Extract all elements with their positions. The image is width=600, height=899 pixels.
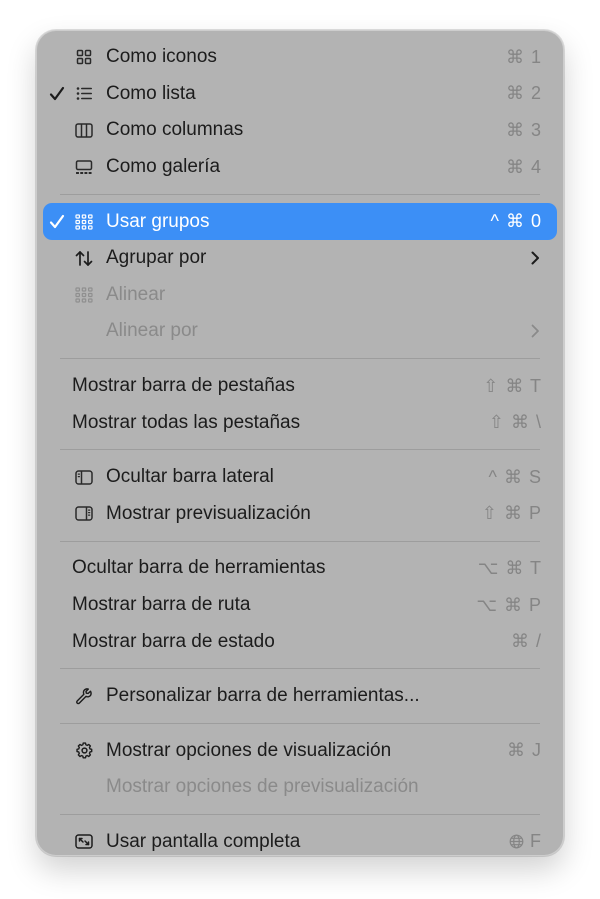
menu-separator [60, 668, 540, 670]
menu-item-label: Ocultar barra lateral [106, 466, 274, 488]
menu-item-label: Como galería [106, 156, 221, 178]
menu-separator [60, 358, 540, 360]
menu-item-label: Mostrar previsualización [106, 502, 311, 524]
sidebar-icon [74, 467, 94, 487]
view-menu: Como iconos ⌘ 1 Como lista ⌘ 2 Como colu… [36, 30, 564, 856]
menu-item-as-gallery[interactable]: Como galería ⌘ 4 [37, 149, 563, 186]
menu-item-shortcut: ⌥ ⌘ P [476, 594, 542, 615]
menu-item-label: Como columnas [106, 119, 244, 141]
wrench-icon [74, 686, 94, 706]
menu-item-show-preview-options[interactable]: Mostrar opciones de previsualización [37, 769, 563, 806]
menu-item-align-by[interactable]: Alinear por [37, 313, 563, 350]
menu-item-customize-toolbar[interactable]: Personalizar barra de herramientas... [37, 678, 563, 715]
checkmark-icon [48, 213, 66, 231]
menu-item-hide-sidebar[interactable]: Ocultar barra lateral ^ ⌘ S [37, 459, 563, 496]
menu-item-shortcut: ⌘ 3 [505, 119, 542, 140]
menu-item-shortcut: ⌘ J [506, 740, 542, 761]
menu-item-label: Agrupar por [106, 247, 207, 269]
menu-item-label: Usar grupos [106, 210, 210, 232]
chevron-right-icon [529, 250, 541, 266]
menu-item-align[interactable]: Alinear [37, 277, 563, 314]
menu-item-shortcut: ^ ⌘ S [488, 466, 542, 487]
menu-item-label: Como lista [106, 82, 196, 104]
menu-item-hide-toolbar[interactable]: Ocultar barra de herramientas ⌥ ⌘ T [37, 550, 563, 587]
columns-icon [74, 120, 94, 140]
menu-item-shortcut: ⌘ 2 [505, 83, 542, 104]
menu-separator [60, 449, 540, 451]
menu-item-label: Ocultar barra de herramientas [72, 557, 326, 579]
menu-item-label: Mostrar barra de ruta [72, 594, 251, 616]
menu-item-use-groups[interactable]: Usar grupos ^ ⌘ 0 [43, 203, 557, 240]
menu-item-show-all-tabs[interactable]: Mostrar todas las pestañas ⇧ ⌘ \ [37, 404, 563, 441]
menu-separator [60, 193, 540, 195]
menu-item-label: Mostrar barra de pestañas [72, 375, 295, 397]
menu-item-group-by[interactable]: Agrupar por [37, 240, 563, 277]
chevron-right-icon [529, 323, 541, 339]
gallery-icon [74, 157, 94, 177]
menu-item-show-preview[interactable]: Mostrar previsualización ⇧ ⌘ P [37, 496, 563, 533]
menu-separator [60, 814, 540, 816]
menu-item-label: Como iconos [106, 46, 217, 68]
menu-item-shortcut: ⇧ ⌘ P [481, 503, 542, 524]
menu-item-label: Mostrar opciones de previsualización [106, 776, 419, 798]
menu-item-label: Usar pantalla completa [106, 830, 301, 852]
menu-item-label: Mostrar opciones de visualización [106, 739, 392, 761]
menu-item-show-path-bar[interactable]: Mostrar barra de ruta ⌥ ⌘ P [37, 587, 563, 624]
menu-item-as-columns[interactable]: Como columnas ⌘ 3 [37, 112, 563, 149]
menu-item-shortcut: ⌥ ⌘ T [477, 557, 542, 578]
globe-icon [509, 835, 524, 849]
checkmark-icon [48, 85, 66, 103]
menu-item-shortcut: ⇧ ⌘ \ [488, 412, 542, 433]
menu-item-shortcut: F [509, 831, 542, 852]
menu-separator [60, 540, 540, 542]
menu-separator [60, 723, 540, 724]
menu-item-label: Mostrar barra de estado [72, 630, 275, 652]
menu-item-label: Alinear [106, 283, 166, 305]
menu-item-shortcut: ⌘ / [510, 631, 542, 652]
menu-item-enter-full-screen[interactable]: Usar pantalla completa F [37, 824, 563, 861]
list-icon [74, 84, 94, 104]
gear-icon [74, 741, 94, 761]
menu-item-label: Personalizar barra de herramientas... [106, 685, 420, 707]
sort-arrows-icon [74, 248, 94, 268]
fullscreen-icon [74, 832, 94, 852]
menu-item-shortcut: ⇧ ⌘ T [483, 375, 542, 396]
menu-item-show-tab-bar[interactable]: Mostrar barra de pestañas ⇧ ⌘ T [37, 368, 563, 405]
shortcut-key: F [530, 831, 542, 852]
menu-item-shortcut: ^ ⌘ 0 [490, 211, 542, 232]
menu-item-label: Mostrar todas las pestañas [72, 411, 301, 433]
menu-item-show-view-options[interactable]: Mostrar opciones de visualización ⌘ J [37, 733, 563, 770]
preview-panel-icon [74, 504, 94, 524]
menu-item-as-icons[interactable]: Como iconos ⌘ 1 [37, 39, 563, 76]
menu-item-shortcut: ⌘ 4 [505, 156, 542, 177]
menu-item-shortcut: ⌘ 1 [505, 46, 542, 67]
groups-icon [74, 212, 94, 232]
menu-item-show-status-bar[interactable]: Mostrar barra de estado ⌘ / [37, 623, 563, 660]
menu-item-as-list[interactable]: Como lista ⌘ 2 [37, 76, 563, 113]
align-grid-icon [74, 285, 94, 305]
menu-item-label: Alinear por [106, 320, 198, 342]
grid-icon [74, 47, 94, 67]
